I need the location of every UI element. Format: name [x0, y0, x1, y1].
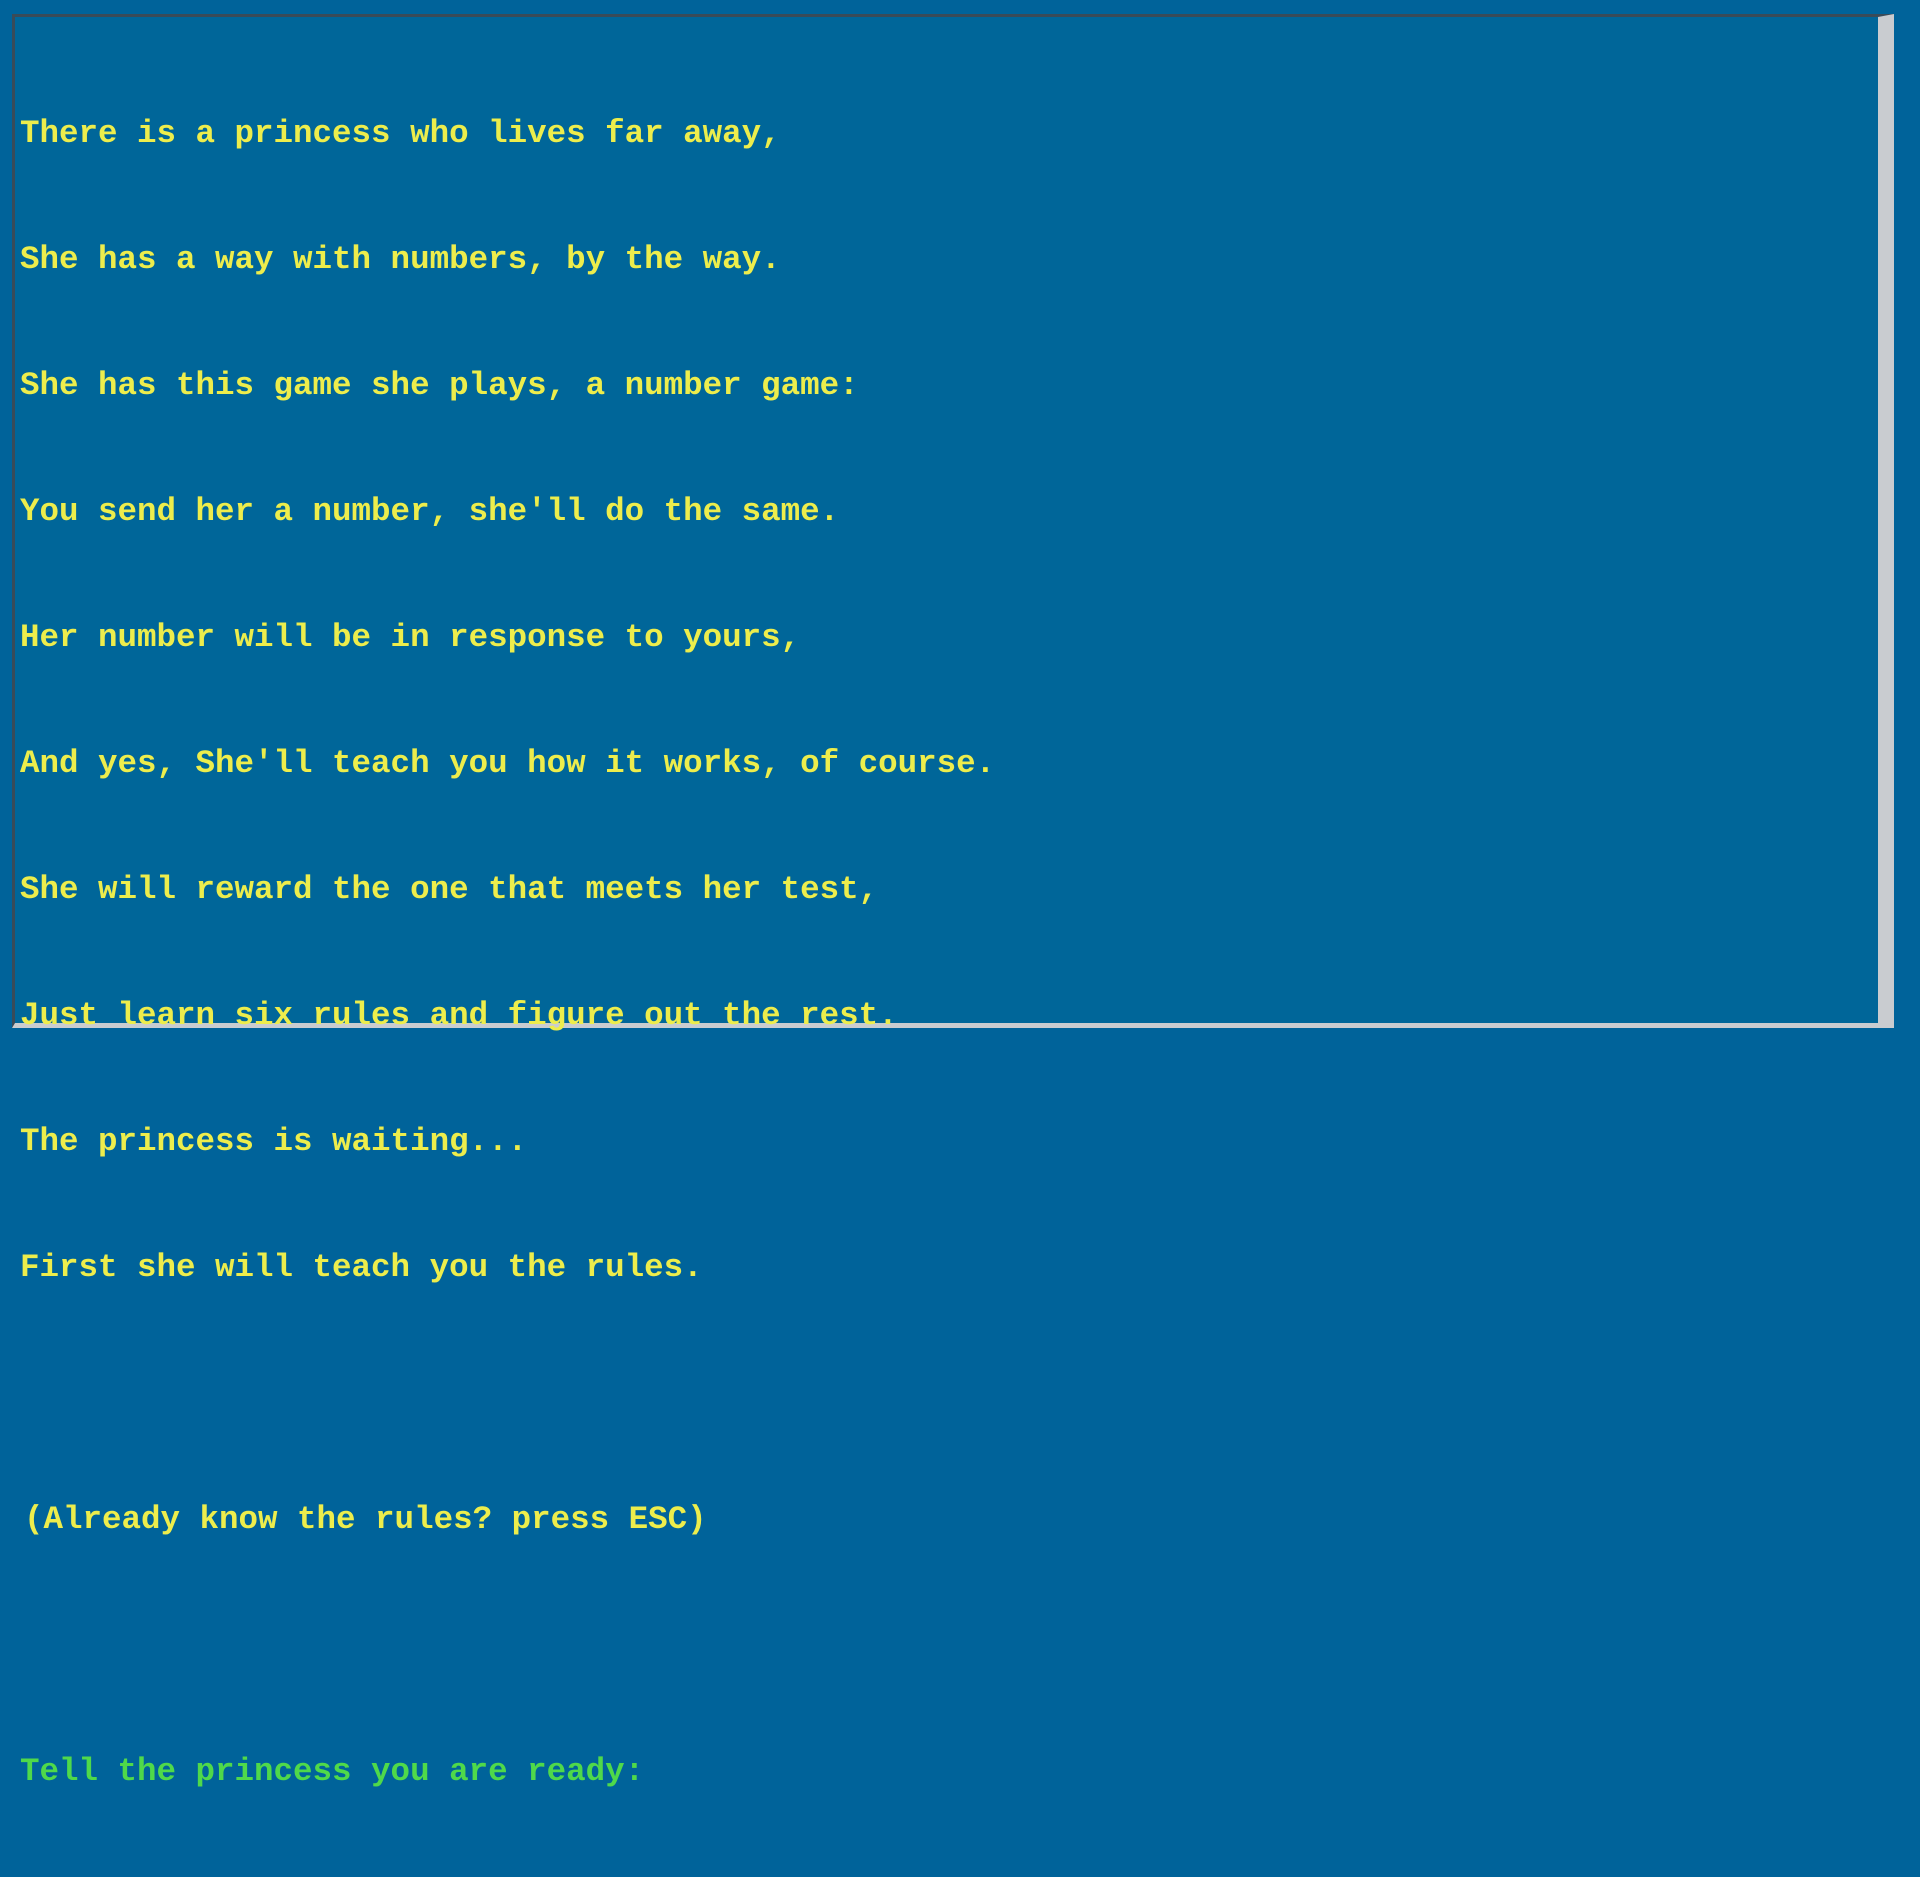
intro-line: And yes, She'll teach you how it works, …	[20, 745, 996, 782]
intro-line: The princess is waiting...	[20, 1123, 528, 1160]
intro-line: Just learn six rules and figure out the …	[20, 997, 898, 1034]
intro-line: First she will teach you the rules.	[20, 1249, 703, 1286]
terminal-window: There is a princess who lives far away, …	[12, 14, 1894, 1790]
intro-line: She has a way with numbers, by the way.	[20, 241, 781, 278]
ready-prompt: Tell the princess you are ready:	[20, 1753, 645, 1790]
intro-line: Her number will be in response to yours,	[20, 619, 801, 656]
intro-line: She has this game she plays, a number ga…	[20, 367, 859, 404]
ready-prompt-line[interactable]: Tell the princess you are ready:	[20, 1751, 1868, 1793]
terminal-output: There is a princess who lives far away, …	[20, 29, 1868, 1877]
intro-line: You send her a number, she'll do the sam…	[20, 493, 840, 530]
intro-line: There is a princess who lives far away,	[20, 115, 781, 152]
esc-hint: (Already know the rules? press ESC)	[24, 1501, 707, 1538]
intro-line: She will reward the one that meets her t…	[20, 871, 879, 908]
